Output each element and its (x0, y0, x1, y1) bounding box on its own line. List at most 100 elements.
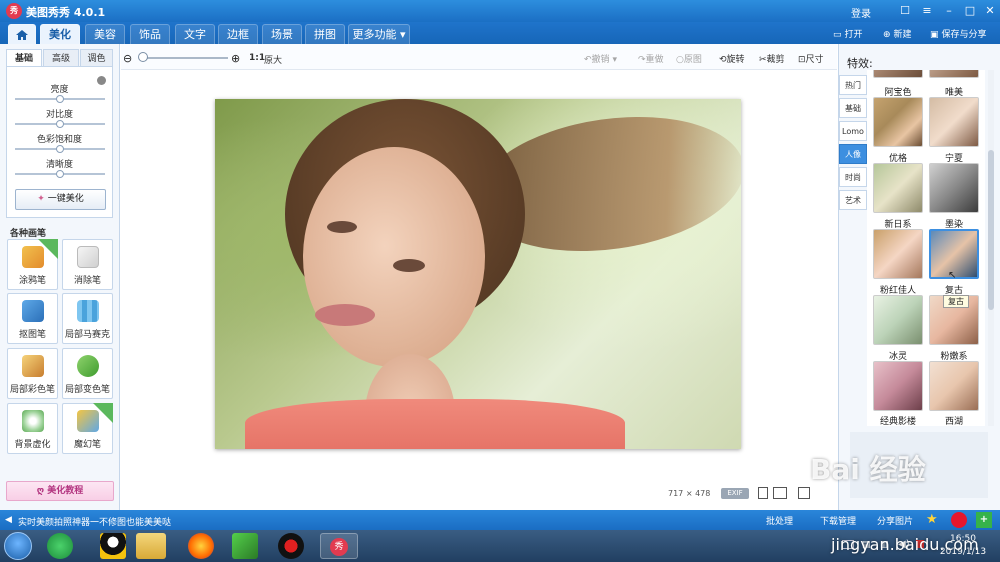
contrast-label: 对比度 (45, 110, 73, 120)
tab-accessories[interactable]: 饰品 (130, 24, 170, 44)
batch-process-button[interactable]: 批处理 (766, 514, 793, 527)
view-single-icon[interactable] (758, 487, 768, 499)
menu-icon[interactable]: ≡ (919, 3, 935, 19)
tab-beauty[interactable]: 美容 (85, 24, 125, 44)
one-key-beautify-button[interactable]: ✦ 一键美化 (15, 189, 106, 210)
tab-color[interactable]: 调色 (80, 49, 113, 67)
effect-thumbnail[interactable] (873, 163, 923, 213)
effect-thumbnail[interactable] (929, 70, 979, 78)
add-icon[interactable]: + (976, 512, 992, 528)
zoom-slider[interactable] (142, 57, 228, 59)
photo-preview[interactable] (215, 99, 741, 449)
tab-basic[interactable]: 基础 (6, 49, 42, 67)
redo-icon: ↷ (638, 55, 646, 65)
contrast-slider[interactable] (15, 120, 105, 128)
status-ad-text[interactable]: 实时美颜拍照神器一不修图也能美美哒 (18, 515, 171, 528)
brush-bg-blur[interactable]: 背景虚化 (7, 403, 58, 454)
original-image-button[interactable]: ○原图 (676, 52, 702, 65)
feedback-icon[interactable]: ☐ (897, 3, 913, 19)
tab-advanced[interactable]: 高级 (43, 49, 79, 67)
category-hot[interactable]: 热门 (839, 75, 867, 95)
tab-more[interactable]: 更多功能 ▾ (348, 24, 410, 44)
rotate-label: 旋转 (726, 55, 745, 65)
resize-icon: ⊡ (798, 55, 806, 65)
crop-button[interactable]: ✂裁剪 (759, 52, 785, 65)
brushes-title: 各种画笔 (10, 229, 47, 239)
scrollbar-thumb[interactable] (988, 150, 994, 310)
save-share-button[interactable]: ▣ 保存与分享 (930, 27, 987, 40)
tab-frame[interactable]: 边框 (218, 24, 258, 44)
slider-knob[interactable] (56, 170, 64, 178)
saturation-slider[interactable] (15, 145, 105, 153)
zoom-1-1-button[interactable]: 1:1 (249, 53, 265, 63)
effect-thumbnail[interactable] (873, 295, 923, 345)
brightness-slider[interactable] (15, 95, 105, 103)
effect-thumbnail[interactable] (929, 97, 979, 147)
view-grid-icon[interactable] (798, 487, 810, 499)
file-explorer-icon[interactable] (136, 533, 166, 559)
tab-text[interactable]: 文字 (175, 24, 215, 44)
tab-beautify[interactable]: 美化 (40, 24, 80, 44)
cutout-pen-icon (22, 300, 44, 322)
tab-collage[interactable]: 拼图 (305, 24, 345, 44)
open-button[interactable]: ▭ 打开 (833, 27, 863, 40)
weibo-icon[interactable] (951, 512, 967, 528)
sharpness-slider[interactable] (15, 170, 105, 178)
effect-thumbnail[interactable] (873, 70, 923, 78)
brush-local-color[interactable]: 局部彩色笔 (7, 348, 58, 399)
original-size-button[interactable]: 原大 (264, 53, 282, 66)
qq-icon[interactable] (100, 533, 126, 559)
login-link[interactable]: 登录 (851, 5, 871, 20)
tab-home[interactable] (8, 24, 36, 44)
effect-thumbnail[interactable] (929, 361, 979, 411)
slider-knob[interactable] (56, 95, 64, 103)
star-icon[interactable]: ★ (926, 512, 942, 528)
category-art[interactable]: 艺术 (839, 190, 867, 210)
eye-shape (327, 221, 357, 233)
brush-color-change[interactable]: 局部变色笔 (62, 348, 113, 399)
tab-scene[interactable]: 场景 (262, 24, 302, 44)
taskbar-app-icon[interactable] (47, 533, 73, 559)
new-button[interactable]: ⊕ 新建 (883, 27, 912, 40)
category-portrait[interactable]: 人像 (839, 144, 867, 164)
video-app-icon[interactable] (232, 533, 258, 559)
paint-bucket-icon (77, 355, 99, 377)
brush-doodle[interactable]: 涂鸦笔 (7, 239, 58, 290)
brush-cutout[interactable]: 抠图笔 (7, 293, 58, 344)
eraser-icon (77, 246, 99, 268)
share-image-button[interactable]: 分享图片 (877, 514, 913, 527)
firefox-icon[interactable] (188, 533, 214, 559)
meitu-taskbar-icon[interactable]: 秀 (320, 533, 358, 559)
resize-button[interactable]: ⊡尺寸 (798, 52, 824, 65)
start-button[interactable] (4, 532, 32, 560)
effects-title: 特效: (847, 57, 873, 70)
category-basic[interactable]: 基础 (839, 98, 867, 118)
effect-thumbnail[interactable] (929, 163, 979, 213)
zoom-out-icon[interactable]: ⊖ (123, 52, 132, 65)
slider-knob[interactable] (56, 120, 64, 128)
close-icon[interactable]: ✕ (982, 3, 998, 19)
maximize-icon[interactable]: □ (962, 3, 978, 19)
effect-thumbnail[interactable] (873, 97, 923, 147)
zoom-knob[interactable] (138, 52, 148, 62)
exif-button[interactable]: EXIF (721, 488, 749, 499)
brush-eraser[interactable]: 消除笔 (62, 239, 113, 290)
watermark-url: jingyan.baidu.com (831, 535, 979, 554)
undo-button[interactable]: ↶撤销 ▾ (584, 52, 617, 65)
beautify-tutorial-button[interactable]: ღ 美化教程 (6, 481, 114, 501)
category-fashion[interactable]: 时尚 (839, 167, 867, 187)
slider-knob[interactable] (56, 145, 64, 153)
effect-thumbnail[interactable] (873, 229, 923, 279)
recorder-icon[interactable] (278, 533, 304, 559)
category-lomo[interactable]: Lomo (839, 121, 867, 141)
view-compare-icon[interactable] (773, 487, 787, 499)
rotate-button[interactable]: ⟲旋转 (719, 52, 745, 65)
brush-mosaic[interactable]: 局部马赛克 (62, 293, 113, 344)
minimize-icon[interactable]: – (941, 3, 957, 19)
zoom-in-icon[interactable]: ⊕ (231, 52, 240, 65)
download-manager-button[interactable]: 下载管理 (820, 514, 856, 527)
brush-magic[interactable]: 魔幻笔 (62, 403, 113, 454)
redo-button[interactable]: ↷重做 (638, 52, 664, 65)
image-dimensions: 717 × 478 (668, 489, 710, 498)
effect-thumbnail[interactable] (873, 361, 923, 411)
